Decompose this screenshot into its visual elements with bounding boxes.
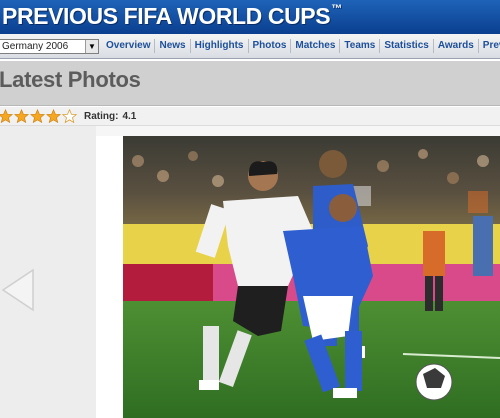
nav-link-statistics[interactable]: Statistics (379, 39, 432, 53)
nav-link-photos[interactable]: Photos (247, 39, 291, 53)
nav-link-highlights[interactable]: Highlights (189, 39, 248, 53)
star-empty-icon[interactable] (62, 108, 77, 124)
tournament-select-value: Germany 2006 (2, 40, 69, 52)
rating-stars[interactable] (0, 108, 78, 124)
photo-rating-bar: Rating: 4.1 (0, 107, 500, 126)
star-filled-icon[interactable] (14, 108, 29, 124)
viewer-left-panel (0, 126, 96, 418)
photo-image (123, 136, 500, 418)
rating-label: Rating: (84, 110, 119, 122)
photo-viewer (0, 126, 500, 418)
nav-link-awards[interactable]: Awards (432, 39, 478, 53)
nav-link-matches[interactable]: Matches (290, 39, 339, 53)
chevron-left-icon[interactable] (0, 266, 40, 314)
nav-link-news[interactable]: News (154, 39, 189, 53)
site-header-banner: PREVIOUS FIFA WORLD CUPS™ (0, 0, 500, 34)
nav-link-teams[interactable]: Teams (339, 39, 379, 53)
trademark-mark: ™ (331, 3, 342, 15)
rating-value: 4.1 (122, 110, 137, 122)
nav-link-previous-truncated[interactable]: Previ (477, 39, 500, 53)
nav-links: Overview News Highlights Photos Matches … (102, 39, 500, 53)
dropdown-arrow-icon[interactable]: ▼ (85, 39, 98, 53)
site-title[interactable]: PREVIOUS FIFA WORLD CUPS™ (2, 3, 342, 30)
main-nav-bar: Germany 2006 ▼ Overview News Highlights … (0, 34, 500, 59)
nav-link-overview[interactable]: Overview (102, 39, 154, 53)
featured-photo[interactable] (123, 136, 500, 418)
section-title: Latest Photos (0, 67, 141, 92)
star-filled-icon[interactable] (46, 108, 61, 124)
site-title-text: PREVIOUS FIFA WORLD CUPS (2, 3, 331, 29)
latest-photos-header: Latest Photos (0, 60, 500, 106)
tournament-select[interactable]: Germany 2006 ▼ (0, 38, 99, 54)
star-filled-icon[interactable] (0, 108, 13, 124)
star-filled-icon[interactable] (30, 108, 45, 124)
photo-frame-margin (96, 136, 123, 418)
